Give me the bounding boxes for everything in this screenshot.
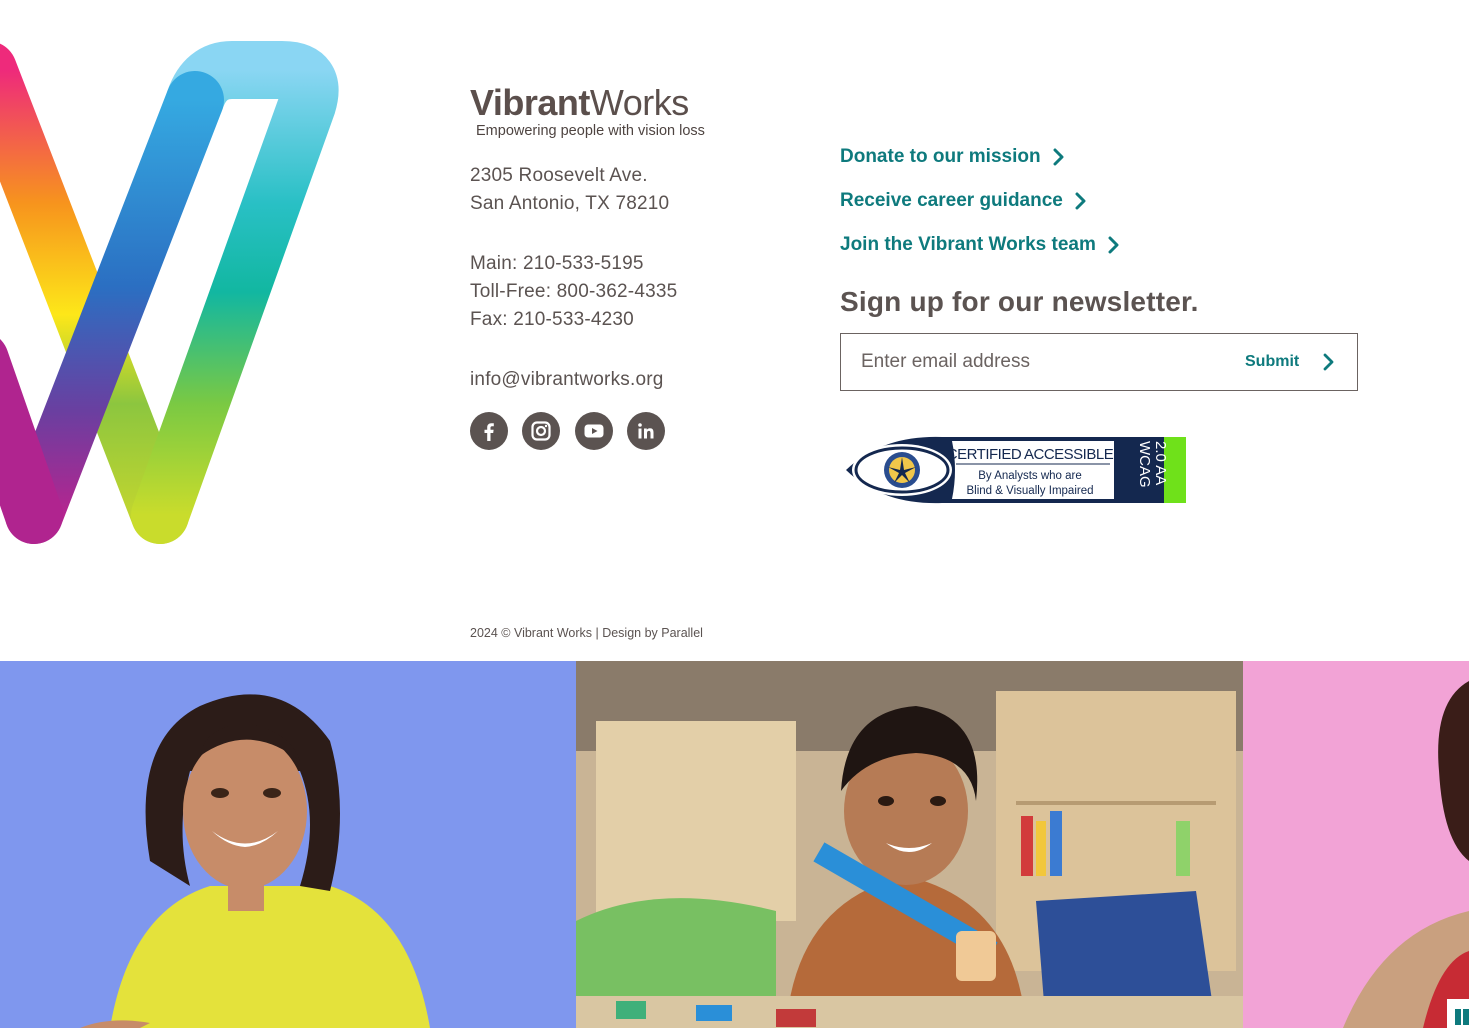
photo-woman-smiling xyxy=(0,661,576,1028)
career-guidance-link-label: Receive career guidance xyxy=(840,190,1063,211)
donate-link-label: Donate to our mission xyxy=(840,146,1041,167)
badge-line-3: Blind & Visually Impaired xyxy=(967,485,1094,497)
brand-wordmark[interactable]: VibrantWorks xyxy=(470,82,689,124)
join-team-link-label: Join the Vibrant Works team xyxy=(840,234,1096,255)
youtube-icon xyxy=(584,424,604,438)
chevron-right-icon xyxy=(1108,236,1119,254)
brand-name-bold: Vibrant xyxy=(470,82,590,123)
facebook-link[interactable] xyxy=(470,412,508,450)
submit-button[interactable]: Submit xyxy=(1245,334,1357,390)
instagram-link[interactable] xyxy=(522,412,560,450)
badge-line-2: By Analysts who are xyxy=(978,470,1082,482)
newsletter-form: Submit xyxy=(840,333,1358,391)
eye-icon xyxy=(852,444,952,496)
brand-tagline: Empowering people with vision loss xyxy=(476,123,705,139)
chevron-right-icon xyxy=(1053,148,1064,166)
badge-line-1: CERTIFIED ACCESSIBLE xyxy=(947,446,1114,463)
chevron-right-icon xyxy=(1075,192,1086,210)
phone-tollfree[interactable]: Toll-Free: 800-362-4335 xyxy=(470,278,677,306)
address-line-1: 2305 Roosevelt Ave. xyxy=(470,165,648,186)
photo-person-pink-background xyxy=(1243,661,1469,1028)
instagram-icon xyxy=(531,421,551,441)
career-guidance-link[interactable]: Receive career guidance xyxy=(840,190,1087,212)
badge-wcag-level: 2.0 AA xyxy=(1152,441,1169,485)
chevron-right-icon xyxy=(1323,353,1334,371)
donate-link[interactable]: Donate to our mission xyxy=(840,146,1065,168)
newsletter-title: Sign up for our newsletter. xyxy=(840,286,1199,317)
copyright-text: 2024 © Vibrant Works | Design by Paralle… xyxy=(470,626,703,640)
youtube-link[interactable] xyxy=(575,412,613,450)
linkedin-link[interactable] xyxy=(627,412,665,450)
brand-mark-graphic xyxy=(0,41,339,544)
contact-email-link[interactable]: info@vibrantworks.org xyxy=(470,366,664,394)
certified-accessible-badge[interactable]: CERTIFIED ACCESSIBLE By Analysts who are… xyxy=(842,433,1188,507)
brand-name-light: Works xyxy=(589,82,689,123)
facebook-icon xyxy=(484,423,494,441)
submit-label: Submit xyxy=(1245,353,1300,370)
phone-fax: Fax: 210-533-4230 xyxy=(470,309,634,330)
address-line-2: San Antonio, TX 78210 xyxy=(470,193,670,214)
join-team-link[interactable]: Join the Vibrant Works team xyxy=(840,234,1120,256)
phone-main[interactable]: Main: 210-533-5195 xyxy=(470,250,644,278)
email-input[interactable] xyxy=(861,334,1201,390)
badge-wcag: WCAG xyxy=(1136,441,1153,488)
photo-child-playing xyxy=(576,661,1243,1028)
linkedin-icon xyxy=(638,423,654,439)
